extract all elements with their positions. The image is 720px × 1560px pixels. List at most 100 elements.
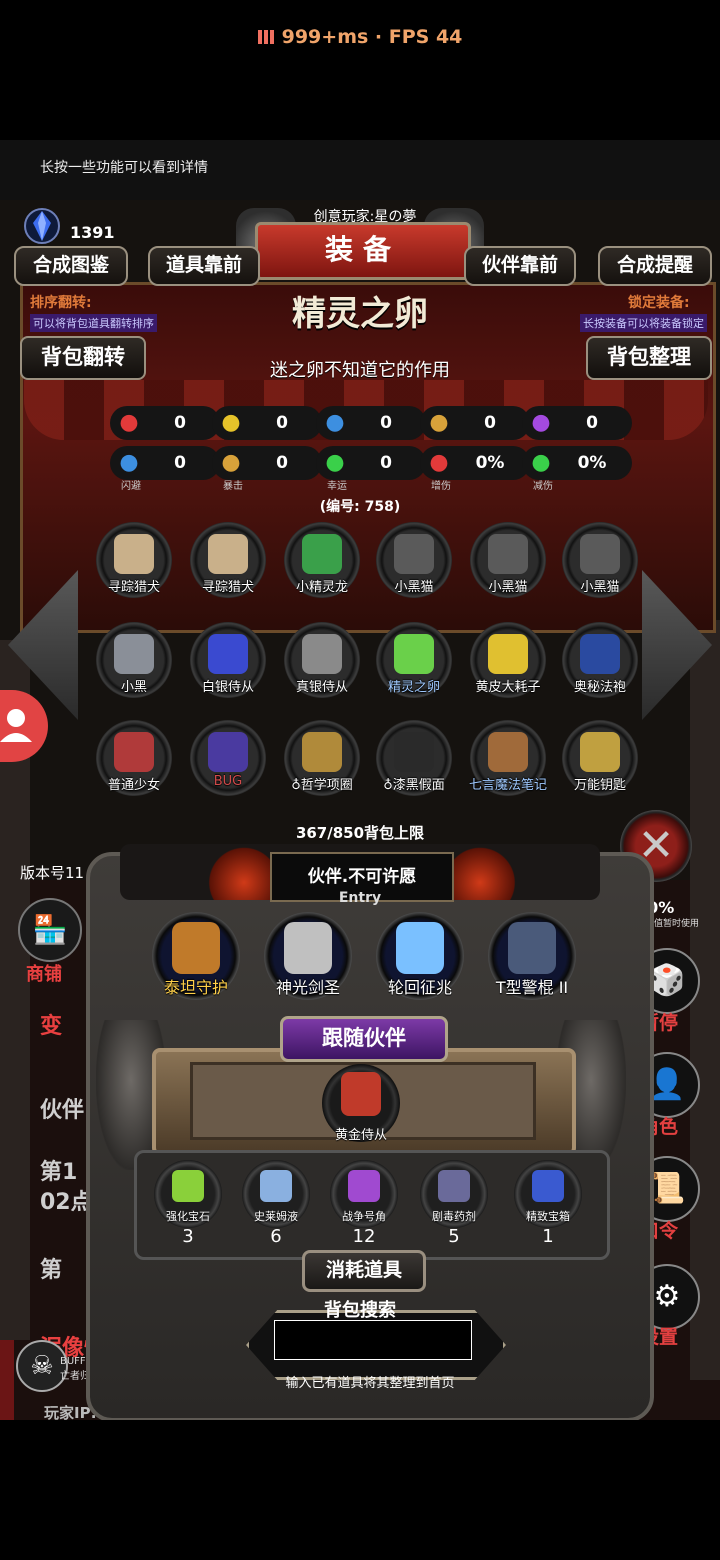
consumable-slot[interactable]: 精致宝箱 1 (514, 1160, 582, 1247)
stat-value: 0 (380, 413, 392, 433)
bag-search-input[interactable] (274, 1320, 472, 1360)
stat-pill: ● 0 (212, 406, 322, 440)
inventory-slot[interactable]: 小黑猫 (376, 522, 452, 598)
inventory-slot[interactable]: 精灵之卵 (376, 622, 452, 698)
bag-capacity: 367/850背包上限 (295, 824, 425, 842)
inventory-slot[interactable]: 小黑 (96, 622, 172, 698)
inventory-slot[interactable]: 小精灵龙 (284, 522, 360, 598)
consumable-slot[interactable]: 史莱姆液 6 (242, 1160, 310, 1247)
consumable-slot[interactable]: 剧毒药剂 5 (420, 1160, 488, 1247)
inventory-slot-label: 小黑猫 (580, 580, 620, 595)
inventory-slot-label: ♁漆黑假面 (383, 778, 445, 793)
heart-icon: ● (119, 410, 139, 435)
inventory-slot[interactable]: 真银侍从 (284, 622, 360, 698)
inventory-slot[interactable]: ♁哲学项圈 (284, 720, 360, 796)
item-art (114, 534, 154, 574)
item-art (208, 732, 248, 772)
inventory-slot[interactable]: 黄皮大耗子 (470, 622, 546, 698)
selected-item-name: 精灵之卵 (292, 294, 428, 334)
item-art (488, 634, 528, 674)
stat-value: 0 (174, 413, 186, 433)
partner-slot[interactable]: T型警棍 II (488, 912, 576, 1000)
tab-synthesis-catalog[interactable]: 合成图鉴 (14, 246, 128, 286)
inventory-slot-label: 寻踪猎犬 (201, 580, 254, 595)
sort-flip-title: 排序翻转: (30, 295, 92, 311)
inventory-slot-label: 小黑猫 (488, 580, 528, 595)
partner-slot[interactable]: 轮回征兆 (376, 912, 464, 1000)
item-art (394, 634, 434, 674)
consumable-art (348, 1170, 380, 1202)
profile-avatar-button[interactable] (0, 690, 48, 762)
item-art (302, 732, 342, 772)
tab-items-first[interactable]: 道具靠前 (148, 246, 260, 286)
flip-bag-button[interactable]: 背包翻转 (20, 336, 146, 380)
item-art (302, 634, 342, 674)
inventory-slot[interactable]: 小黑猫 (470, 522, 546, 598)
equip-tab[interactable]: 装备 (255, 222, 471, 280)
consumable-art (438, 1170, 470, 1202)
consumable-label: 剧毒药剂 (432, 1210, 476, 1223)
shop-icon[interactable]: 🏪 (18, 898, 82, 962)
status-bar: 999+ms · FPS 44 (0, 0, 720, 140)
inventory-slot[interactable]: 小黑猫 (562, 522, 638, 598)
inventory-slot[interactable]: 白银侍从 (190, 622, 266, 698)
partner-slot[interactable]: 神光剑圣 (264, 912, 352, 1000)
bag-search-hint: 输入已有道具将其整理到首页 (285, 1376, 455, 1391)
inventory-slot[interactable]: 寻踪猎犬 (190, 522, 266, 598)
partner-label: 泰坦守护 (163, 978, 228, 997)
hint-text: 长按一些功能可以看到详情 (40, 160, 208, 176)
inventory-slot[interactable]: 万能钥匙 (562, 720, 638, 796)
inventory-slot[interactable]: ♁漆黑假面 (376, 720, 452, 796)
consumables-title: 消耗道具 (302, 1250, 426, 1292)
inventory-slot[interactable]: 七言魔法笔记 (469, 720, 547, 796)
consumable-art (172, 1170, 204, 1202)
bg-text-4: 第 (40, 1258, 63, 1283)
strength-icon: ● (221, 410, 241, 435)
inventory-slot-label: 真银侍从 (295, 680, 348, 695)
item-serial: (编号: 758) (319, 499, 401, 515)
inventory-slot-label: BUG (213, 774, 243, 789)
inventory-slot[interactable]: 普通少女 (96, 720, 172, 796)
lock-equip-title: 锁定装备: (628, 295, 690, 311)
stat-value: 0 (484, 413, 496, 433)
stat-pill: ● 0 闪避 (110, 446, 220, 492)
crit-icon: ● (221, 450, 241, 475)
gem-count: 1391 (70, 223, 115, 242)
signal-icon (257, 30, 276, 44)
follower-label: 黄金侍从 (334, 1128, 387, 1143)
sort-flip-desc: 可以将背包道具翻转排序 (30, 314, 157, 332)
stat-pill: ● 0 幸运 (316, 446, 426, 492)
selected-item-desc: 迷之卵不知道它的作用 (270, 360, 450, 381)
network-indicator: 999+ms · FPS 44 (0, 26, 720, 48)
stat-pill: ● 0 暴击 (212, 446, 322, 492)
inventory-slot-label: 普通少女 (107, 778, 160, 793)
partner-art (172, 922, 220, 974)
consumable-slot[interactable]: 战争号角 12 (330, 1160, 398, 1247)
consumable-slot[interactable]: 强化宝石 3 (154, 1160, 222, 1247)
bg-text-2: 伙伴 (40, 1098, 85, 1123)
user-icon (0, 709, 32, 742)
partner-art (508, 922, 556, 974)
stat-label: 增伤 (431, 481, 451, 492)
partner-label: 神光剑圣 (275, 978, 340, 997)
bg-text-1: 变 (40, 1014, 63, 1039)
dodge-icon: ● (119, 450, 139, 475)
item-art (114, 732, 154, 772)
sort-bag-button[interactable]: 背包整理 (586, 336, 712, 380)
item-art (488, 534, 528, 574)
consumable-count: 5 (448, 1226, 460, 1247)
inventory-slot[interactable]: BUG (190, 720, 266, 796)
tab-partners-first[interactable]: 伙伴靠前 (464, 246, 576, 286)
partner-slot[interactable]: 泰坦守护 (152, 912, 240, 1000)
inventory-slot[interactable]: 奥秘法袍 (562, 622, 638, 698)
inventory-slot[interactable]: 寻踪猎犬 (96, 522, 172, 598)
entry-label: Entry (338, 890, 382, 906)
follower-slot[interactable]: 黄金侍从 (322, 1064, 400, 1143)
item-art (580, 732, 620, 772)
damage-up-icon: ● (429, 450, 449, 475)
inventory-slot-label: 小黑猫 (394, 580, 434, 595)
tab-synthesis-reminder[interactable]: 合成提醒 (598, 246, 712, 286)
item-art (114, 634, 154, 674)
inventory-slot-label: 寻踪猎犬 (107, 580, 160, 595)
stat-pill: ● 0 (420, 406, 530, 440)
